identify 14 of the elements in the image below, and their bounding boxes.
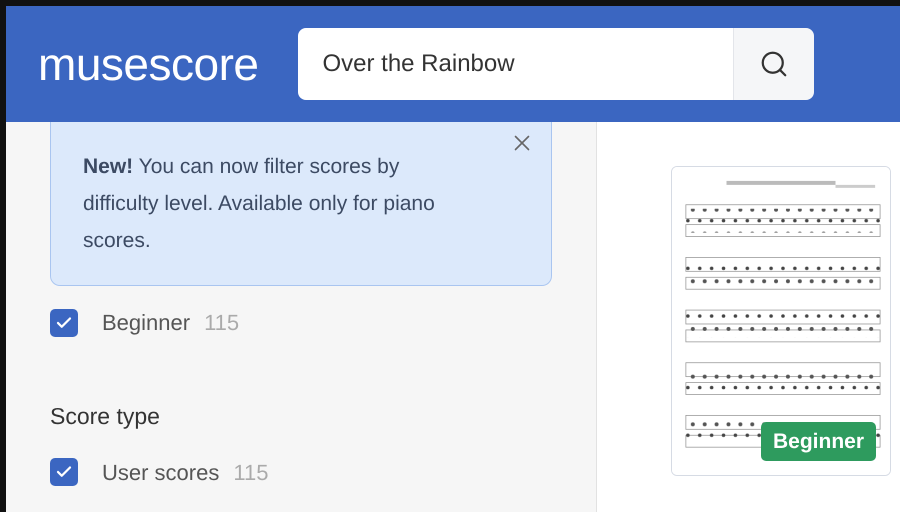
filter-count: 115 xyxy=(233,458,268,486)
notice-text: New! You can now filter scores by difficulty level. Available only for piano scores. xyxy=(83,154,436,254)
search-button[interactable] xyxy=(733,28,814,100)
search-icon xyxy=(759,49,790,79)
section-heading: Score type xyxy=(50,402,161,431)
logo[interactable]: musescore xyxy=(38,30,258,98)
checkbox[interactable] xyxy=(50,308,78,336)
search-field[interactable]: Over the Rainbow xyxy=(298,28,734,100)
checkbox[interactable] xyxy=(50,458,78,486)
filter-count: 115 xyxy=(204,309,240,337)
score-card[interactable]: Beginner xyxy=(671,166,891,476)
difficulty-badge: Beginner xyxy=(760,422,876,461)
filter-label: Beginner xyxy=(102,309,190,337)
filter-label: User scores xyxy=(102,458,220,486)
